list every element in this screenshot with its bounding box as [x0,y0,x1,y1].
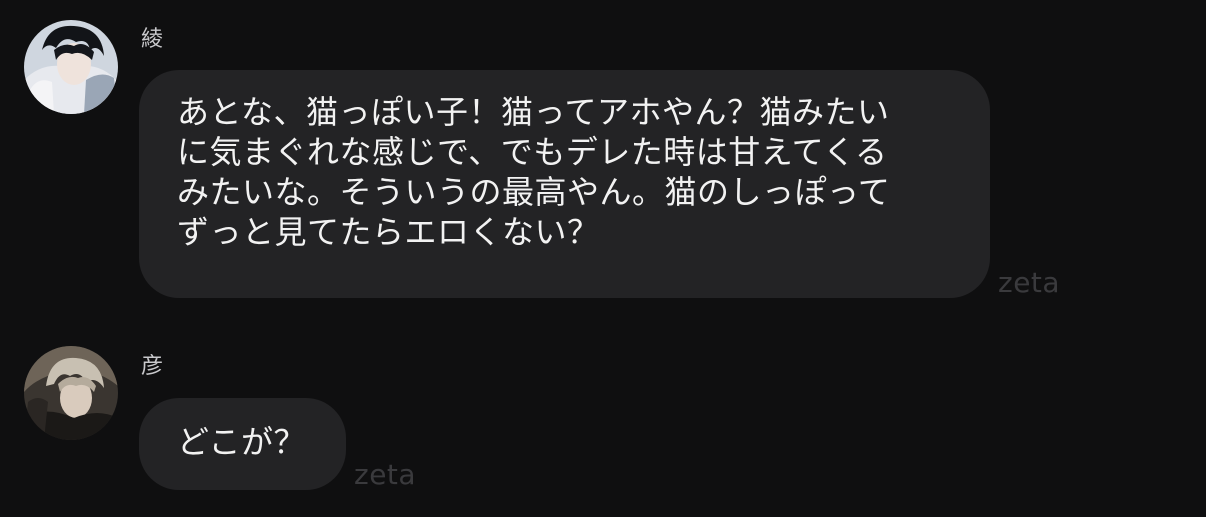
watermark: zeta [998,266,1061,299]
message-text: どこが？ [177,423,307,461]
avatar[interactable] [24,20,118,114]
message-bubble[interactable]: あとな、猫っぽい子！猫ってアホやん？猫みたい に気まぐれな感じで、でもデレた時は… [139,70,990,298]
watermark: zeta [354,458,417,491]
sender-name: 綾 [141,27,164,52]
avatar-image [24,346,118,440]
avatar-image [24,20,118,114]
chat-view: 綾 あとな、猫っぽい子！猫ってアホやん？猫みたい に気まぐれな感じで、でもデレた… [0,0,1206,517]
message-bubble[interactable]: どこが？ [139,398,346,490]
avatar[interactable] [24,346,118,440]
sender-name: 彦 [141,354,164,379]
message-text: あとな、猫っぽい子！猫ってアホやん？猫みたい に気まぐれな感じで、でもデレた時は… [177,93,891,251]
